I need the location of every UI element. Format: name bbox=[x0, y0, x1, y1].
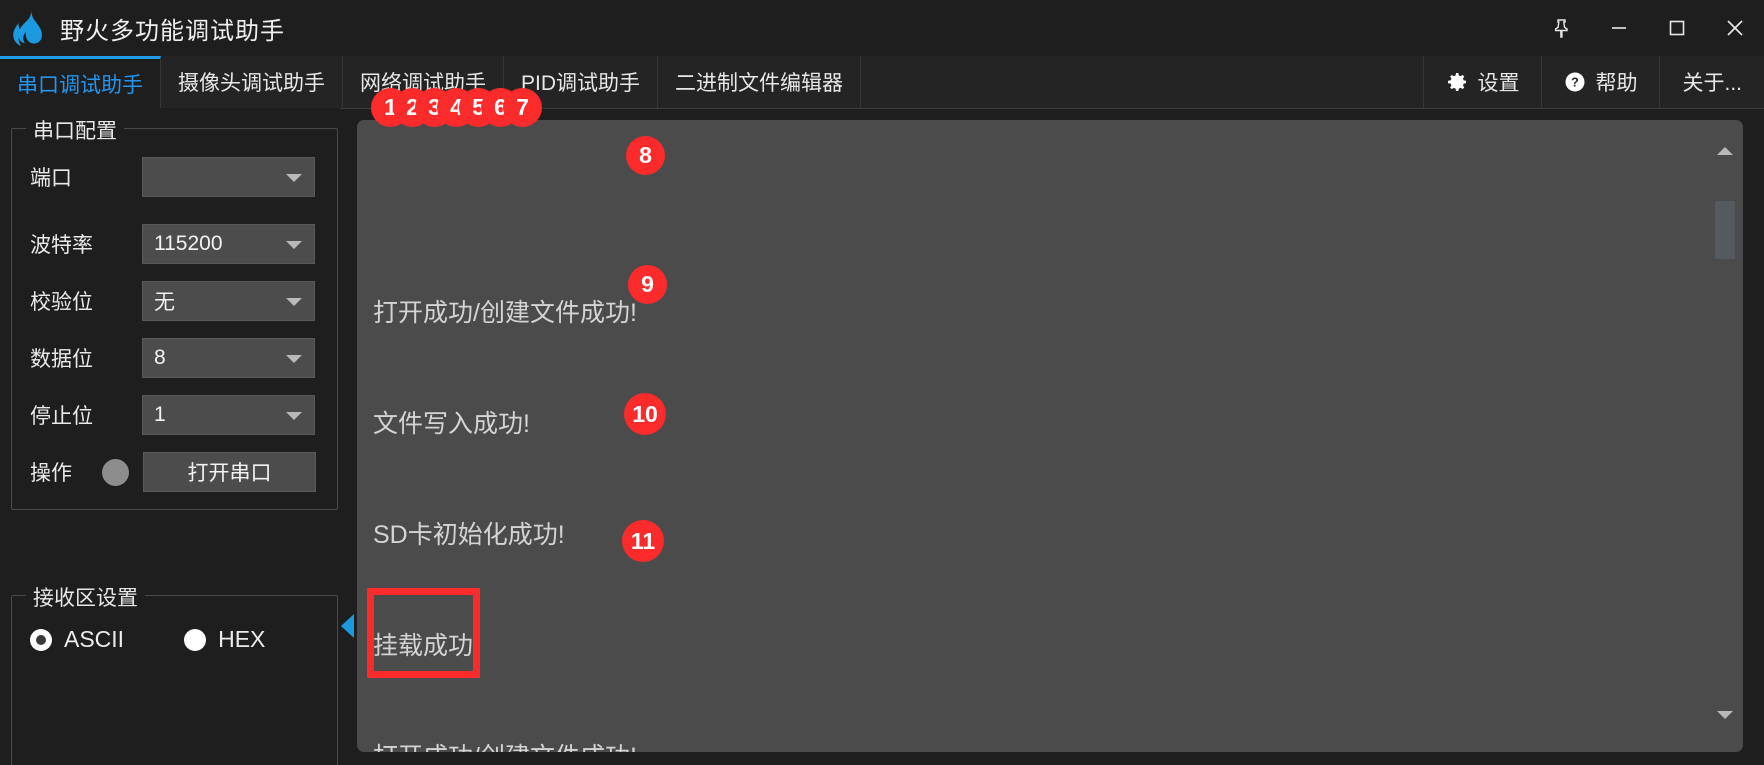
flame-icon bbox=[0, 0, 56, 56]
header-actions: 设置 ? 帮助 关于... bbox=[1423, 56, 1764, 108]
databits-select[interactable]: 8 bbox=[142, 338, 315, 378]
field-row-parity: 校验位 无 bbox=[30, 281, 315, 321]
serial-config-title: 串口配置 bbox=[26, 115, 124, 145]
receive-settings-group: 接收区设置 ASCII HEX bbox=[11, 582, 338, 765]
tab-label: 二进制文件编辑器 bbox=[675, 72, 844, 95]
receive-format-radio-group: ASCII HEX bbox=[30, 626, 265, 653]
log-line: 文件写入成功! bbox=[373, 410, 530, 438]
help-circle-icon: ? bbox=[1564, 71, 1586, 93]
parity-value: 无 bbox=[154, 291, 175, 314]
serial-config-group: 串口配置 端口 波特率 115200 校验位 无 数据位 8 停止位 1 操作 … bbox=[11, 115, 338, 510]
receive-log-lines: 打开成功/创建文件成功! 文件写入成功! SD卡初始化成功! 挂载成功! 打开成… bbox=[373, 120, 1673, 752]
window-controls bbox=[1532, 0, 1764, 56]
log-line: 挂载成功! bbox=[373, 632, 480, 660]
settings-button[interactable]: 设置 bbox=[1423, 56, 1542, 108]
annotation-badge-8: 8 bbox=[626, 136, 665, 175]
tab-label: PID调试助手 bbox=[521, 72, 641, 95]
open-serial-port-button[interactable]: 打开串口 bbox=[143, 452, 316, 492]
tab-label: 串口调试助手 bbox=[17, 73, 143, 97]
annotation-badge: 7 bbox=[503, 88, 542, 127]
operation-label: 操作 bbox=[30, 462, 72, 485]
chevron-down-icon bbox=[286, 232, 302, 256]
radio-hex-label: HEX bbox=[218, 626, 266, 652]
open-serial-port-label: 打开串口 bbox=[187, 462, 272, 485]
annotation-badge-10: 10 bbox=[624, 393, 666, 435]
tab-bar: 串口调试助手 摄像头调试助手 网络调试助手 PID调试助手 二进制文件编辑器 设… bbox=[0, 56, 1764, 109]
pin-icon[interactable] bbox=[1532, 0, 1590, 56]
log-line: 打开成功/创建文件成功! bbox=[373, 299, 637, 327]
chevron-down-icon bbox=[286, 165, 302, 189]
connection-status-led bbox=[102, 458, 129, 486]
help-label: 帮助 bbox=[1595, 72, 1638, 95]
field-row-stopbits: 停止位 1 bbox=[30, 395, 315, 435]
settings-label: 设置 bbox=[1477, 72, 1520, 95]
baudrate-select[interactable]: 115200 bbox=[142, 224, 315, 264]
chevron-down-icon bbox=[286, 403, 302, 427]
tab-label: 摄像头调试助手 bbox=[178, 72, 325, 95]
gear-icon bbox=[1446, 71, 1468, 93]
radio-dot-icon bbox=[30, 628, 52, 651]
tab-camera-debug[interactable]: 摄像头调试助手 bbox=[161, 56, 343, 108]
receive-scrollbar[interactable] bbox=[1713, 126, 1737, 746]
radio-hex[interactable]: HEX bbox=[184, 626, 265, 653]
parity-select[interactable]: 无 bbox=[142, 281, 315, 321]
chevron-down-icon bbox=[286, 289, 302, 313]
scrollbar-thumb[interactable] bbox=[1715, 201, 1735, 259]
help-button[interactable]: ? 帮助 bbox=[1541, 56, 1660, 108]
field-row-operation: 操作 打开串口 bbox=[30, 452, 316, 492]
receive-text-area[interactable]: 打开成功/创建文件成功! 文件写入成功! SD卡初始化成功! 挂载成功! 打开成… bbox=[357, 120, 1743, 752]
about-label: 关于... bbox=[1682, 72, 1742, 95]
annotation-badge-11: 11 bbox=[622, 520, 664, 562]
title-bar: 野火多功能调试助手 bbox=[0, 0, 1764, 56]
baudrate-value: 115200 bbox=[154, 232, 223, 255]
field-row-baudrate: 波特率 115200 bbox=[30, 224, 315, 264]
port-label: 端口 bbox=[30, 167, 72, 190]
caret-up-icon[interactable] bbox=[1713, 140, 1737, 162]
page-title: 野火多功能调试助手 bbox=[60, 17, 285, 45]
baudrate-label: 波特率 bbox=[30, 234, 93, 257]
annotation-badge-9: 9 bbox=[628, 265, 667, 304]
caret-down-icon[interactable] bbox=[1713, 704, 1737, 726]
stopbits-label: 停止位 bbox=[30, 405, 93, 428]
field-row-port: 端口 bbox=[30, 157, 315, 197]
radio-dot-icon bbox=[184, 628, 207, 651]
port-select[interactable] bbox=[142, 157, 315, 197]
annotation-highlight-box bbox=[367, 588, 480, 678]
application-window: 野火多功能调试助手 串口调试助手 摄像头调试助手 网络调试助手 PID调试助手 … bbox=[0, 0, 1764, 765]
tab-binary-editor[interactable]: 二进制文件编辑器 bbox=[658, 56, 862, 108]
log-line: SD卡初始化成功! bbox=[373, 521, 565, 549]
caret-left-icon[interactable] bbox=[340, 612, 356, 640]
about-button[interactable]: 关于... bbox=[1659, 56, 1764, 108]
parity-label: 校验位 bbox=[30, 291, 93, 314]
close-icon[interactable] bbox=[1706, 0, 1764, 56]
svg-text:?: ? bbox=[1572, 76, 1580, 90]
databits-value: 8 bbox=[154, 346, 166, 369]
stopbits-value: 1 bbox=[154, 403, 166, 426]
tab-serial-debug[interactable]: 串口调试助手 bbox=[0, 56, 161, 108]
log-line: 打开成功/创建文件成功! bbox=[373, 739, 1673, 752]
databits-label: 数据位 bbox=[30, 348, 93, 371]
minimize-icon[interactable] bbox=[1590, 0, 1648, 56]
radio-ascii-label: ASCII bbox=[64, 626, 125, 652]
left-config-pane: 串口配置 端口 波特率 115200 校验位 无 数据位 8 停止位 1 操作 … bbox=[0, 108, 340, 765]
stopbits-select[interactable]: 1 bbox=[142, 395, 315, 435]
field-row-databits: 数据位 8 bbox=[30, 338, 315, 378]
radio-ascii[interactable]: ASCII bbox=[30, 626, 124, 653]
maximize-icon[interactable] bbox=[1648, 0, 1706, 56]
chevron-down-icon bbox=[286, 346, 302, 370]
receive-settings-title: 接收区设置 bbox=[26, 582, 145, 612]
